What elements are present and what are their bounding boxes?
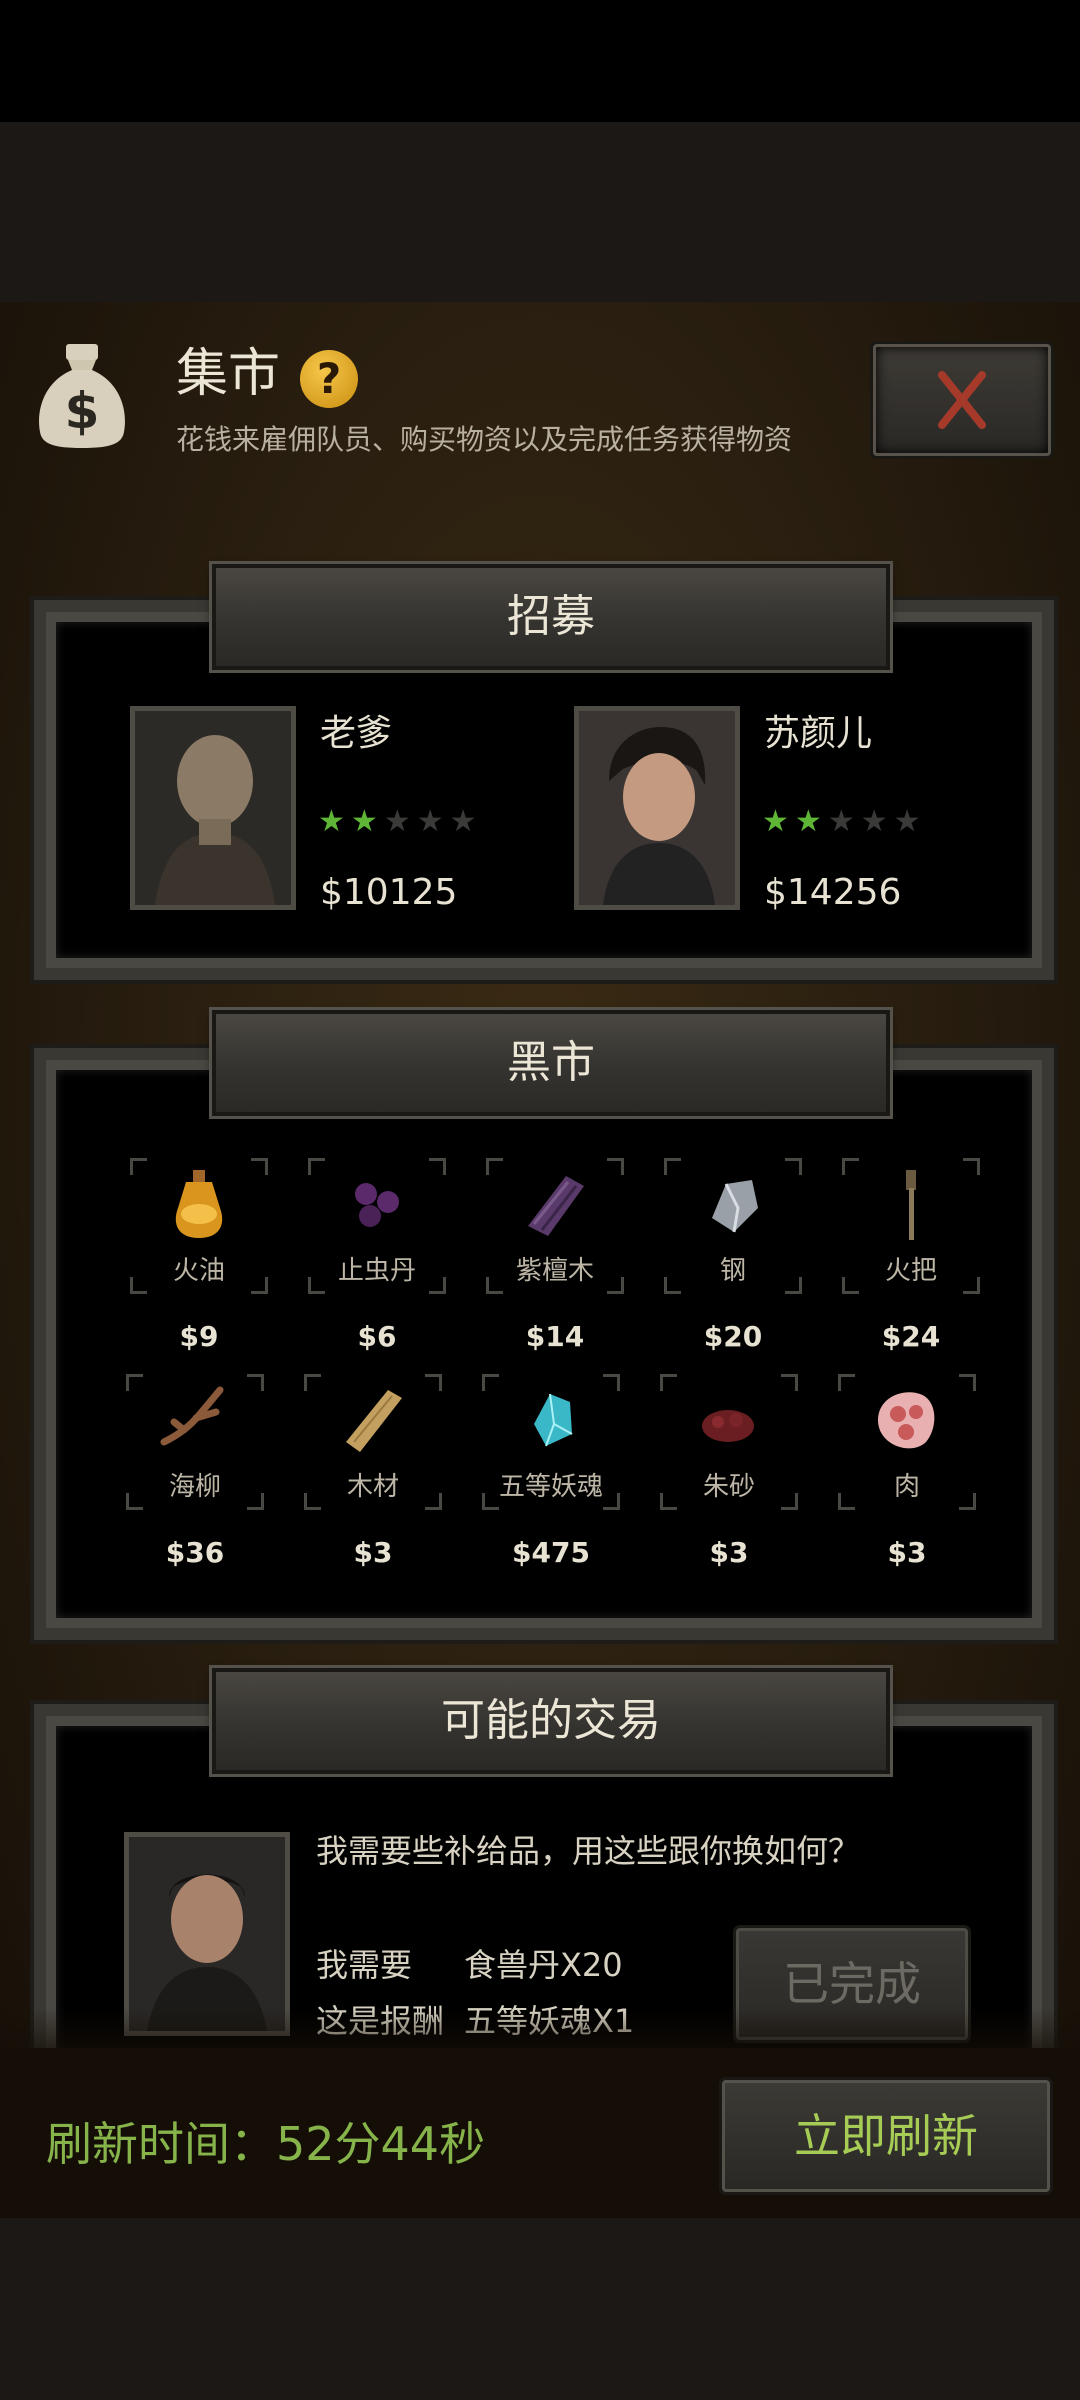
market-item-timber[interactable]: 木材 bbox=[304, 1374, 442, 1510]
money-bag-icon: $ bbox=[39, 344, 125, 448]
rating-stars-0: ★ ★ ★ ★ ★ bbox=[318, 804, 477, 839]
item-price: $9 bbox=[179, 1320, 219, 1353]
item-name: 钢 bbox=[719, 1256, 746, 1286]
trade-message: 我需要些补给品，用这些跟你换如何？ bbox=[316, 1832, 861, 1870]
market-item-sea-willow[interactable]: 海柳 bbox=[126, 1374, 264, 1510]
star-icon: ★ bbox=[416, 804, 444, 839]
market-item-pills[interactable]: 止虫丹 bbox=[308, 1158, 446, 1294]
star-icon: ★ bbox=[827, 804, 855, 839]
close-button[interactable] bbox=[873, 344, 1051, 456]
avatar bbox=[135, 711, 291, 905]
star-icon: ★ bbox=[318, 804, 345, 839]
page-subtitle: 花钱来雇佣队员、购买物资以及完成任务获得物资 bbox=[176, 423, 793, 456]
crystal-icon bbox=[534, 1393, 573, 1447]
market-item-demon-soul[interactable]: 五等妖魂 bbox=[482, 1374, 620, 1510]
portrait-suyaner[interactable] bbox=[574, 706, 740, 910]
star-icon: ★ bbox=[350, 804, 378, 839]
item-name: 木材 bbox=[346, 1472, 399, 1502]
item-name: 紫檀木 bbox=[515, 1256, 594, 1286]
purple-wood-icon bbox=[528, 1176, 584, 1236]
help-icon[interactable]: ? bbox=[300, 350, 358, 408]
bottom-spacer bbox=[0, 2218, 1080, 2400]
refresh-timer: 刷新时间：52分44秒 bbox=[46, 2117, 486, 2171]
item-price: $24 bbox=[881, 1320, 941, 1353]
item-price: $14 bbox=[525, 1320, 585, 1353]
recruit-price-0: $10125 bbox=[320, 872, 458, 913]
star-icon: ★ bbox=[449, 804, 477, 839]
trade-title: 可能的交易 bbox=[212, 1668, 890, 1774]
market-item-oil[interactable]: 火油 bbox=[130, 1158, 268, 1294]
avatar bbox=[129, 1837, 285, 2031]
meat-icon bbox=[878, 1392, 935, 1449]
item-name: 五等妖魂 bbox=[498, 1472, 603, 1502]
torch-icon bbox=[906, 1170, 916, 1240]
refresh-now-button[interactable]: 立即刷新 bbox=[722, 2080, 1050, 2192]
top-spacer bbox=[0, 122, 1080, 302]
item-name: 朱砂 bbox=[702, 1472, 755, 1502]
item-name: 火油 bbox=[172, 1256, 225, 1286]
close-icon bbox=[938, 371, 986, 429]
branch-icon bbox=[160, 1386, 224, 1446]
plank-icon bbox=[346, 1390, 402, 1452]
star-icon: ★ bbox=[860, 804, 888, 839]
item-price: $20 bbox=[703, 1320, 763, 1353]
recruit-price-1: $14256 bbox=[764, 872, 902, 913]
market-item-meat[interactable]: 肉 bbox=[838, 1374, 976, 1510]
market-item-torch[interactable]: 火把 bbox=[842, 1158, 980, 1294]
page-title: 集市 bbox=[176, 344, 281, 404]
item-price: $475 bbox=[512, 1536, 590, 1569]
item-price: $3 bbox=[887, 1536, 927, 1569]
svg-text:$: $ bbox=[65, 382, 100, 440]
oil-bottle-icon bbox=[175, 1170, 223, 1238]
item-name: 肉 bbox=[893, 1472, 920, 1502]
rating-stars-1: ★ ★ ★ ★ ★ bbox=[762, 804, 921, 839]
star-icon: ★ bbox=[383, 804, 411, 839]
market-item-cinnabar[interactable]: 朱砂 bbox=[660, 1374, 798, 1510]
market-item-rosewood[interactable]: 紫檀木 bbox=[486, 1158, 624, 1294]
avatar bbox=[579, 711, 735, 905]
steel-ore-icon bbox=[712, 1180, 758, 1233]
star-icon: ★ bbox=[893, 804, 921, 839]
status-bar-area bbox=[0, 0, 1080, 122]
item-name: 止虫丹 bbox=[337, 1256, 416, 1286]
item-name: 海柳 bbox=[168, 1472, 221, 1502]
market-item-steel[interactable]: 钢 bbox=[664, 1158, 802, 1294]
recruit-title: 招募 bbox=[212, 564, 890, 670]
item-price: $3 bbox=[709, 1536, 749, 1569]
portrait-laodie[interactable] bbox=[130, 706, 296, 910]
cinnabar-icon bbox=[702, 1410, 754, 1442]
star-icon: ★ bbox=[794, 804, 822, 839]
item-price: $36 bbox=[165, 1536, 225, 1569]
purple-pills-icon bbox=[355, 1183, 399, 1227]
recruit-name-0: 老爹 bbox=[320, 713, 393, 754]
trade-need-label: 我需要 bbox=[316, 1946, 413, 1984]
item-price: $6 bbox=[357, 1320, 397, 1353]
recruit-name-1: 苏颜儿 bbox=[764, 713, 873, 754]
trade-need-item: 食兽丹X20 bbox=[464, 1946, 623, 1984]
item-name: 火把 bbox=[884, 1256, 937, 1286]
trader-portrait bbox=[124, 1832, 290, 2036]
black-market-title: 黑市 bbox=[212, 1010, 890, 1116]
item-price: $3 bbox=[353, 1536, 393, 1569]
star-icon: ★ bbox=[762, 804, 789, 839]
